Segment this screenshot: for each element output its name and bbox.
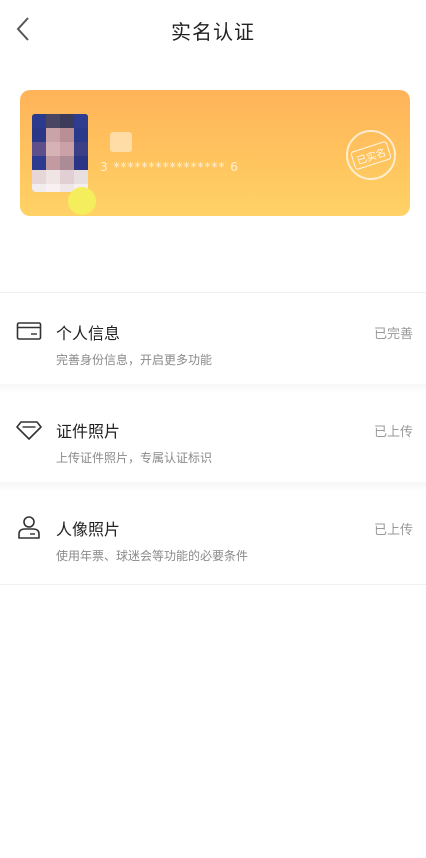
- status-text: 已上传: [373, 523, 413, 538]
- row-subtitle: 完善身份信息，开启更多功能: [56, 353, 213, 367]
- row-subtitle: 使用年票、球迷会等功能的必要条件: [56, 549, 249, 563]
- id-card-icon: [16, 318, 42, 344]
- diamond-icon: [16, 416, 42, 442]
- header: 实名认证: [0, 0, 426, 60]
- divider: [0, 292, 426, 293]
- row-title: 证件照片: [56, 422, 121, 441]
- touch-indicator: [68, 187, 96, 215]
- name-blurred: [110, 132, 132, 152]
- divider: [0, 584, 426, 585]
- identity-card: 3 **************** 6 已实名: [20, 90, 410, 216]
- row-title: 个人信息: [56, 324, 121, 343]
- id-number: 3 **************** 6: [100, 160, 239, 174]
- row-subtitle: 上传证件照片，专属认证标识: [56, 451, 213, 465]
- page-title: 实名认证: [171, 20, 255, 44]
- row-title: 人像照片: [56, 520, 121, 539]
- status-text: 已完善: [373, 327, 413, 342]
- person-icon: [16, 514, 42, 540]
- section-separator: [0, 482, 426, 492]
- section-separator: [0, 384, 426, 394]
- row-portrait-photo[interactable]: 人像照片 使用年票、球迷会等功能的必要条件 已上传: [0, 492, 426, 588]
- row-id-photo[interactable]: 证件照片 上传证件照片，专属认证标识 已上传: [0, 394, 426, 490]
- avatar-mosaic: [32, 114, 88, 192]
- avatar: [32, 114, 88, 192]
- verified-seal: 已实名: [346, 130, 396, 180]
- seal-text: 已实名: [349, 140, 393, 170]
- status-text: 已上传: [373, 425, 413, 440]
- row-personal-info[interactable]: 个人信息 完善身份信息，开启更多功能 已完善: [0, 296, 426, 392]
